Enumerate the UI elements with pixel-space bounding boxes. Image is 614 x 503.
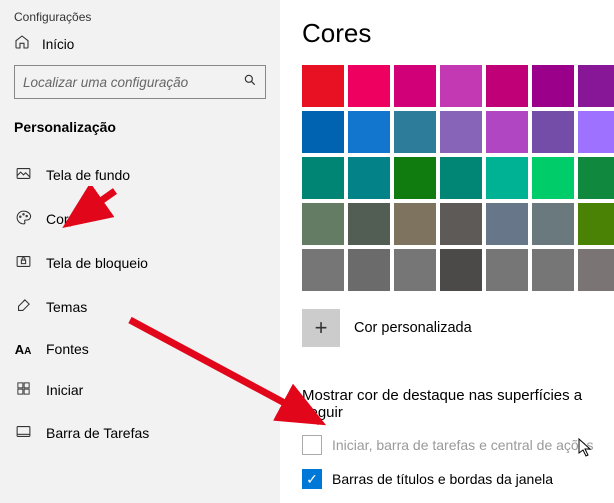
- image-icon: [14, 165, 32, 185]
- color-swatch[interactable]: [578, 249, 614, 291]
- checkbox-row-titlebar[interactable]: Barras de títulos e bordas da janela: [302, 469, 614, 489]
- color-swatch[interactable]: [578, 111, 614, 153]
- color-swatch[interactable]: [348, 111, 390, 153]
- custom-color-row[interactable]: + Cor personalizada: [302, 309, 614, 347]
- taskbar-icon: [14, 423, 32, 443]
- lock-screen-icon: [14, 253, 32, 273]
- color-swatch[interactable]: [302, 249, 344, 291]
- sidebar-item-label: Tela de fundo: [46, 167, 130, 183]
- color-swatch[interactable]: [532, 111, 574, 153]
- color-swatch[interactable]: [578, 203, 614, 245]
- color-swatch[interactable]: [486, 157, 528, 199]
- sidebar-item-label: Temas: [46, 299, 87, 315]
- color-swatch[interactable]: [532, 65, 574, 107]
- palette-icon: [14, 209, 32, 229]
- color-swatch[interactable]: [348, 65, 390, 107]
- color-swatch[interactable]: [394, 111, 436, 153]
- search-box[interactable]: [14, 65, 266, 99]
- sidebar-item-label: Cores: [46, 211, 83, 227]
- color-swatch[interactable]: [394, 203, 436, 245]
- checkbox-start: [302, 435, 322, 455]
- color-swatch[interactable]: [532, 203, 574, 245]
- color-swatch[interactable]: [440, 65, 482, 107]
- page-title: Cores: [302, 18, 614, 49]
- sidebar-item-label: Iniciar: [46, 382, 83, 398]
- color-swatch[interactable]: [486, 65, 528, 107]
- color-swatch[interactable]: [578, 65, 614, 107]
- color-swatch[interactable]: [578, 157, 614, 199]
- color-swatch[interactable]: [302, 65, 344, 107]
- color-swatch[interactable]: [486, 203, 528, 245]
- sidebar-item-label: Barra de Tarefas: [46, 425, 149, 441]
- color-swatch-grid: [302, 65, 614, 291]
- home-icon: [14, 34, 30, 55]
- window-title: Configurações: [0, 10, 280, 28]
- color-swatch[interactable]: [486, 249, 528, 291]
- sidebar: Configurações Início Personalização Tela…: [0, 0, 280, 503]
- checkbox-row-start: Iniciar, barra de tarefas e central de a…: [302, 435, 614, 455]
- color-swatch[interactable]: [440, 203, 482, 245]
- sidebar-item-lockscreen[interactable]: Tela de bloqueio: [0, 241, 280, 285]
- home-button[interactable]: Início: [0, 28, 280, 65]
- sidebar-item-background[interactable]: Tela de fundo: [0, 153, 280, 197]
- sidebar-item-fonts[interactable]: AA Fontes: [0, 329, 280, 369]
- sidebar-item-start[interactable]: Iniciar: [0, 369, 280, 411]
- color-swatch[interactable]: [532, 249, 574, 291]
- start-icon: [14, 381, 32, 399]
- home-label: Início: [42, 37, 74, 52]
- color-swatch[interactable]: [302, 203, 344, 245]
- color-swatch[interactable]: [348, 157, 390, 199]
- font-icon: AA: [14, 342, 32, 357]
- color-swatch[interactable]: [440, 111, 482, 153]
- color-swatch[interactable]: [486, 111, 528, 153]
- checkbox-start-label: Iniciar, barra de tarefas e central de a…: [332, 437, 593, 453]
- sidebar-item-taskbar[interactable]: Barra de Tarefas: [0, 411, 280, 455]
- color-swatch[interactable]: [394, 65, 436, 107]
- sidebar-item-colors[interactable]: Cores: [0, 197, 280, 241]
- checkbox-titlebar[interactable]: [302, 469, 322, 489]
- custom-color-label: Cor personalizada: [354, 320, 472, 336]
- color-swatch[interactable]: [394, 249, 436, 291]
- surfaces-heading: Mostrar cor de destaque nas superfícies …: [302, 387, 614, 421]
- checkbox-titlebar-label: Barras de títulos e bordas da janela: [332, 471, 553, 487]
- custom-color-button[interactable]: +: [302, 309, 340, 347]
- color-swatch[interactable]: [440, 157, 482, 199]
- brush-icon: [14, 297, 32, 317]
- search-icon: [243, 73, 257, 92]
- color-swatch[interactable]: [302, 157, 344, 199]
- sidebar-item-label: Fontes: [46, 341, 89, 357]
- color-swatch[interactable]: [394, 157, 436, 199]
- sidebar-item-themes[interactable]: Temas: [0, 285, 280, 329]
- color-swatch[interactable]: [348, 203, 390, 245]
- color-swatch[interactable]: [440, 249, 482, 291]
- color-swatch[interactable]: [302, 111, 344, 153]
- main-content: Cores + Cor personalizada Mostrar cor de…: [280, 0, 614, 503]
- color-swatch[interactable]: [348, 249, 390, 291]
- search-input[interactable]: [23, 75, 243, 90]
- sidebar-item-label: Tela de bloqueio: [46, 255, 148, 271]
- section-title: Personalização: [0, 113, 280, 153]
- color-swatch[interactable]: [532, 157, 574, 199]
